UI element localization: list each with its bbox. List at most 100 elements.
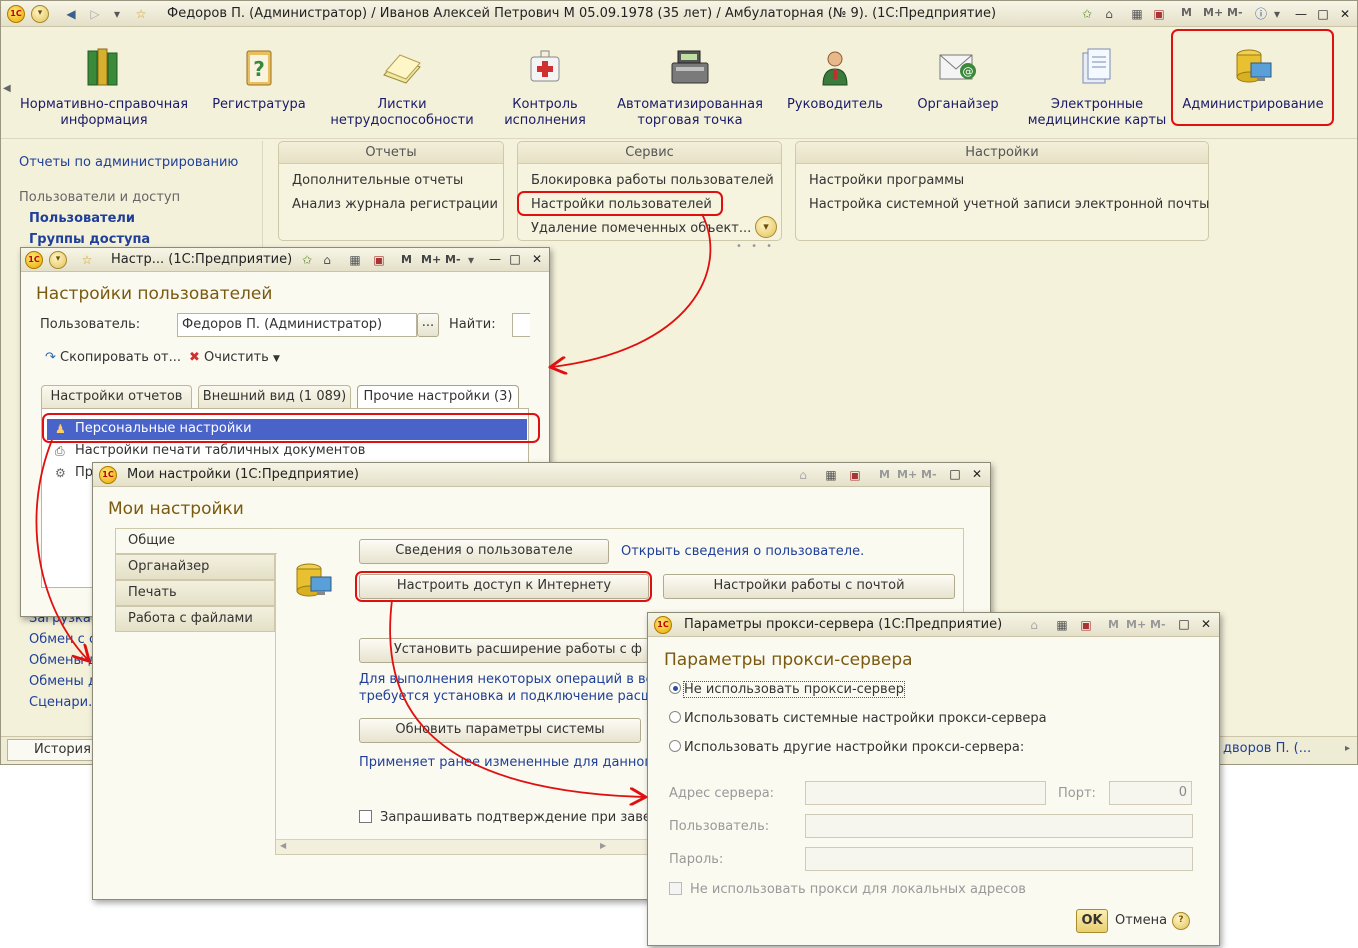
nav-item[interactable]: Сценари...	[29, 695, 101, 710]
install-extension-button[interactable]: Установить расширение работы с ф	[359, 638, 649, 663]
event-log-analysis-link[interactable]: Анализ журнала регистрации	[292, 197, 498, 212]
favorite-star-icon[interactable]: ☆	[133, 6, 149, 22]
delete-marked-link[interactable]: Удаление помеченных объект...	[531, 221, 751, 236]
tab-report-settings[interactable]: Настройки отчетов	[41, 385, 192, 409]
scroll-right-icon[interactable]: ▶	[600, 841, 606, 850]
link-icon[interactable]: ⌂	[1026, 617, 1042, 633]
select-user-button[interactable]: ...	[417, 313, 439, 337]
maximize-button[interactable]: □	[947, 466, 963, 482]
favorite-star-icon[interactable]: ☆	[79, 252, 95, 268]
info-dropdown-icon[interactable]: ▾	[1269, 6, 1285, 22]
calculator-icon[interactable]: ▦	[823, 467, 839, 483]
email-account-settings-link[interactable]: Настройка системной учетной записи элект…	[809, 197, 1209, 212]
nav-users[interactable]: Пользователи	[29, 211, 135, 226]
section-sick-leave[interactable]: Листки нетрудоспособности	[329, 45, 475, 129]
mail-settings-button[interactable]: Настройки работы с почтой	[663, 574, 955, 599]
memory-m[interactable]: M	[1181, 6, 1192, 19]
section-organizer[interactable]: @ Органайзер	[911, 45, 1005, 113]
side-tab-general[interactable]: Общие	[115, 528, 277, 554]
calendar-icon[interactable]: ▣	[1151, 6, 1167, 22]
user-field[interactable]: Федоров П. (Администратор)	[177, 313, 417, 337]
calculator-icon[interactable]: ▦	[347, 252, 363, 268]
tab-appearance[interactable]: Внешний вид (1 089)	[198, 385, 351, 409]
close-button[interactable]: ✕	[1198, 616, 1214, 632]
server-address-field[interactable]	[805, 781, 1046, 805]
find-field[interactable]	[512, 313, 530, 337]
memory-m-minus[interactable]: M-	[445, 253, 461, 266]
calendar-icon[interactable]: ▣	[847, 467, 863, 483]
memory-m-plus[interactable]: M+	[1126, 618, 1146, 631]
radio-custom-proxy[interactable]: Использовать другие настройки прокси-сер…	[669, 740, 1024, 755]
scroll-left-icon[interactable]: ◀	[280, 841, 286, 850]
section-registry[interactable]: ? Регистратура	[206, 45, 312, 113]
confirm-exit-checkbox[interactable]: Запрашивать подтверждение при завер	[359, 810, 659, 825]
add-favorite-icon[interactable]: ✩	[1079, 6, 1095, 22]
minimize-button[interactable]: —	[487, 251, 503, 267]
program-settings-link[interactable]: Настройки программы	[809, 173, 964, 188]
port-field[interactable]: 0	[1109, 781, 1192, 805]
cancel-button[interactable]: Отмена	[1115, 913, 1167, 928]
forward-icon[interactable]: ▷	[87, 6, 103, 22]
link-icon[interactable]: ⌂	[1101, 6, 1117, 22]
radio-no-proxy[interactable]: Не использовать прокси-сервер	[669, 681, 905, 698]
calendar-icon[interactable]: ▣	[1078, 617, 1094, 633]
copy-from-button[interactable]: ↷ Скопировать от...	[45, 350, 181, 365]
side-tab-files[interactable]: Работа с файлами	[115, 606, 275, 632]
maximize-button[interactable]: □	[1176, 616, 1192, 632]
section-manager[interactable]: Руководитель	[783, 45, 887, 113]
section-emr[interactable]: Электронные медицинские карты	[1025, 45, 1169, 129]
history-dropdown-icon[interactable]: ▾	[109, 6, 125, 22]
list-row-other[interactable]: ⚙ Пр...	[47, 463, 105, 484]
taskbar-window-item[interactable]: дворов П. (...	[1223, 741, 1311, 756]
calculator-icon[interactable]: ▦	[1054, 617, 1070, 633]
calendar-icon[interactable]: ▣	[371, 252, 387, 268]
scroll-left-icon[interactable]: ◀	[3, 59, 19, 119]
user-info-link[interactable]: Открыть сведения о пользователе.	[621, 544, 864, 559]
taskbar-scroll-icon[interactable]: ▸	[1345, 743, 1350, 754]
memory-m-plus[interactable]: M+	[897, 468, 917, 481]
memory-m-minus[interactable]: M-	[1150, 618, 1166, 631]
update-params-button[interactable]: Обновить параметры системы	[359, 718, 641, 743]
more-dropdown-icon[interactable]: ▾	[463, 252, 479, 268]
additional-reports-link[interactable]: Дополнительные отчеты	[292, 173, 463, 188]
block-users-link[interactable]: Блокировка работы пользователей	[531, 173, 774, 188]
main-menu-button[interactable]: ▾	[31, 5, 49, 23]
maximize-button[interactable]: □	[507, 251, 523, 267]
taskbar-history[interactable]: История...	[7, 739, 103, 761]
nav-admin-reports[interactable]: Отчеты по администрированию	[19, 155, 238, 170]
close-button[interactable]: ✕	[1337, 6, 1353, 22]
window-menu-button[interactable]: ▾	[49, 251, 67, 269]
section-execution-control[interactable]: Контроль исполнения	[495, 45, 595, 129]
memory-m-plus[interactable]: M+	[421, 253, 441, 266]
tab-other-settings[interactable]: Прочие настройки (3)	[357, 385, 519, 409]
memory-m[interactable]: M	[401, 253, 412, 266]
password-field[interactable]	[805, 847, 1193, 871]
memory-m-minus[interactable]: M-	[921, 468, 937, 481]
radio-system-proxy[interactable]: Использовать системные настройки прокси-…	[669, 711, 1047, 726]
add-favorite-icon[interactable]: ✩	[299, 252, 315, 268]
proxy-user-field[interactable]	[805, 814, 1193, 838]
group-splitter-icon[interactable]: • • •	[736, 241, 775, 252]
link-icon[interactable]: ⌂	[795, 467, 811, 483]
section-trading-point[interactable]: Автоматизированная торговая точка	[613, 45, 767, 129]
side-tab-organizer[interactable]: Органайзер	[115, 554, 275, 580]
back-icon[interactable]: ◀	[63, 6, 79, 22]
close-button[interactable]: ✕	[529, 251, 545, 267]
memory-m[interactable]: M	[1108, 618, 1119, 631]
link-icon[interactable]: ⌂	[319, 252, 335, 268]
help-button[interactable]: ?	[1172, 912, 1190, 930]
close-button[interactable]: ✕	[969, 466, 985, 482]
memory-m-minus[interactable]: M-	[1227, 6, 1243, 19]
nav-access-groups[interactable]: Группы доступа	[29, 232, 150, 247]
user-info-button[interactable]: Сведения о пользователе	[359, 539, 609, 564]
side-tab-print[interactable]: Печать	[115, 580, 275, 606]
expand-group-button[interactable]: ▾	[755, 216, 777, 238]
clear-button[interactable]: ✖ Очистить ▼	[189, 350, 280, 365]
section-reference-info[interactable]: Нормативно-справочная информация	[19, 45, 189, 129]
memory-m[interactable]: M	[879, 468, 890, 481]
horizontal-scrollbar[interactable]: ◀ ▶	[276, 839, 651, 854]
info-icon[interactable]: ⓘ	[1253, 6, 1269, 22]
memory-m-plus[interactable]: M+	[1203, 6, 1223, 19]
calculator-icon[interactable]: ▦	[1129, 6, 1145, 22]
list-row-print-settings[interactable]: ⎙ Настройки печати табличных документов	[47, 441, 527, 462]
